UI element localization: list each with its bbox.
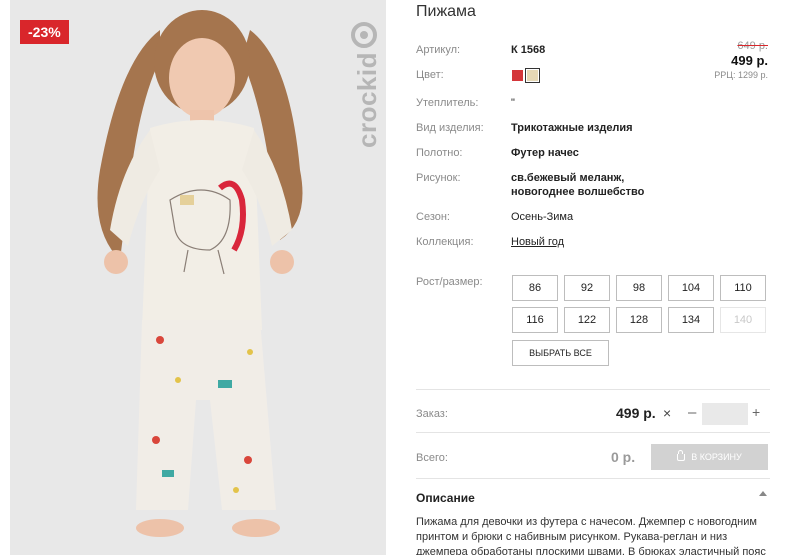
- color-label: Цвет:: [416, 69, 444, 81]
- description-title[interactable]: Описание: [416, 491, 475, 505]
- divider: [416, 389, 770, 390]
- size-option-disabled: 140: [720, 307, 766, 333]
- size-option[interactable]: 104: [668, 275, 714, 301]
- old-price: 649 р.: [737, 40, 768, 52]
- logo-mark-icon: [351, 22, 377, 48]
- pattern-value-line2: новогоднее волшебство: [511, 186, 645, 198]
- multiply-icon: ×: [663, 405, 672, 421]
- size-option[interactable]: 128: [616, 307, 662, 333]
- size-option[interactable]: 134: [668, 307, 714, 333]
- total-value: 0 р.: [611, 449, 636, 465]
- decrease-quantity-button[interactable]: –: [688, 404, 696, 421]
- quantity-input[interactable]: [702, 403, 748, 425]
- select-all-button[interactable]: ВЫБРАТЬ ВСЕ: [512, 340, 609, 366]
- size-option[interactable]: 122: [564, 307, 610, 333]
- rrp-price: РРЦ: 1299 р.: [714, 70, 768, 80]
- size-label: Рост/размер:: [416, 276, 483, 288]
- article-label: Артикул:: [416, 44, 461, 56]
- current-price: 499 р.: [731, 53, 768, 68]
- season-value: Осень-Зима: [511, 211, 574, 223]
- size-option[interactable]: 86: [512, 275, 558, 301]
- brand-logo-text: crockid: [352, 52, 382, 148]
- fabric-value: Футер начес: [511, 147, 579, 159]
- insulation-label: Утеплитель:: [416, 97, 479, 109]
- insulation-value: ": [511, 97, 515, 109]
- size-option[interactable]: 98: [616, 275, 662, 301]
- fabric-label: Полотно:: [416, 147, 463, 159]
- chevron-up-icon[interactable]: [759, 491, 767, 496]
- collection-label: Коллекция:: [416, 236, 474, 248]
- order-price: 499 р.: [616, 405, 656, 421]
- divider: [416, 478, 770, 479]
- size-option[interactable]: 116: [512, 307, 558, 333]
- product-image: [10, 0, 386, 555]
- type-value: Трикотажные изделия: [511, 122, 633, 134]
- pattern-label: Рисунок:: [416, 172, 461, 184]
- product-title: Пижама: [416, 3, 476, 20]
- product-photo[interactable]: -23% crockid: [10, 0, 386, 555]
- discount-badge: -23%: [20, 20, 69, 44]
- order-label: Заказ:: [416, 408, 448, 420]
- size-option[interactable]: 110: [720, 275, 766, 301]
- add-to-cart-button[interactable]: В КОРЗИНУ: [651, 444, 768, 470]
- brand-logo: crockid: [347, 20, 382, 150]
- pattern-value-line1: св.бежевый меланж,: [511, 172, 625, 184]
- collection-link[interactable]: Новый год: [511, 235, 564, 250]
- color-swatch-beige[interactable]: [525, 68, 540, 83]
- description-text: Пижама для девочки из футера с начесом. …: [416, 516, 766, 555]
- season-label: Сезон:: [416, 211, 450, 223]
- article-value: К 1568: [511, 44, 546, 56]
- type-label: Вид изделия:: [416, 122, 484, 134]
- total-label: Всего:: [416, 452, 448, 464]
- size-option[interactable]: 92: [564, 275, 610, 301]
- increase-quantity-button[interactable]: +: [752, 404, 760, 420]
- cart-icon: [677, 450, 686, 461]
- divider: [416, 432, 770, 433]
- add-to-cart-label: В КОРЗИНУ: [691, 452, 742, 462]
- color-swatch-red[interactable]: [512, 70, 523, 81]
